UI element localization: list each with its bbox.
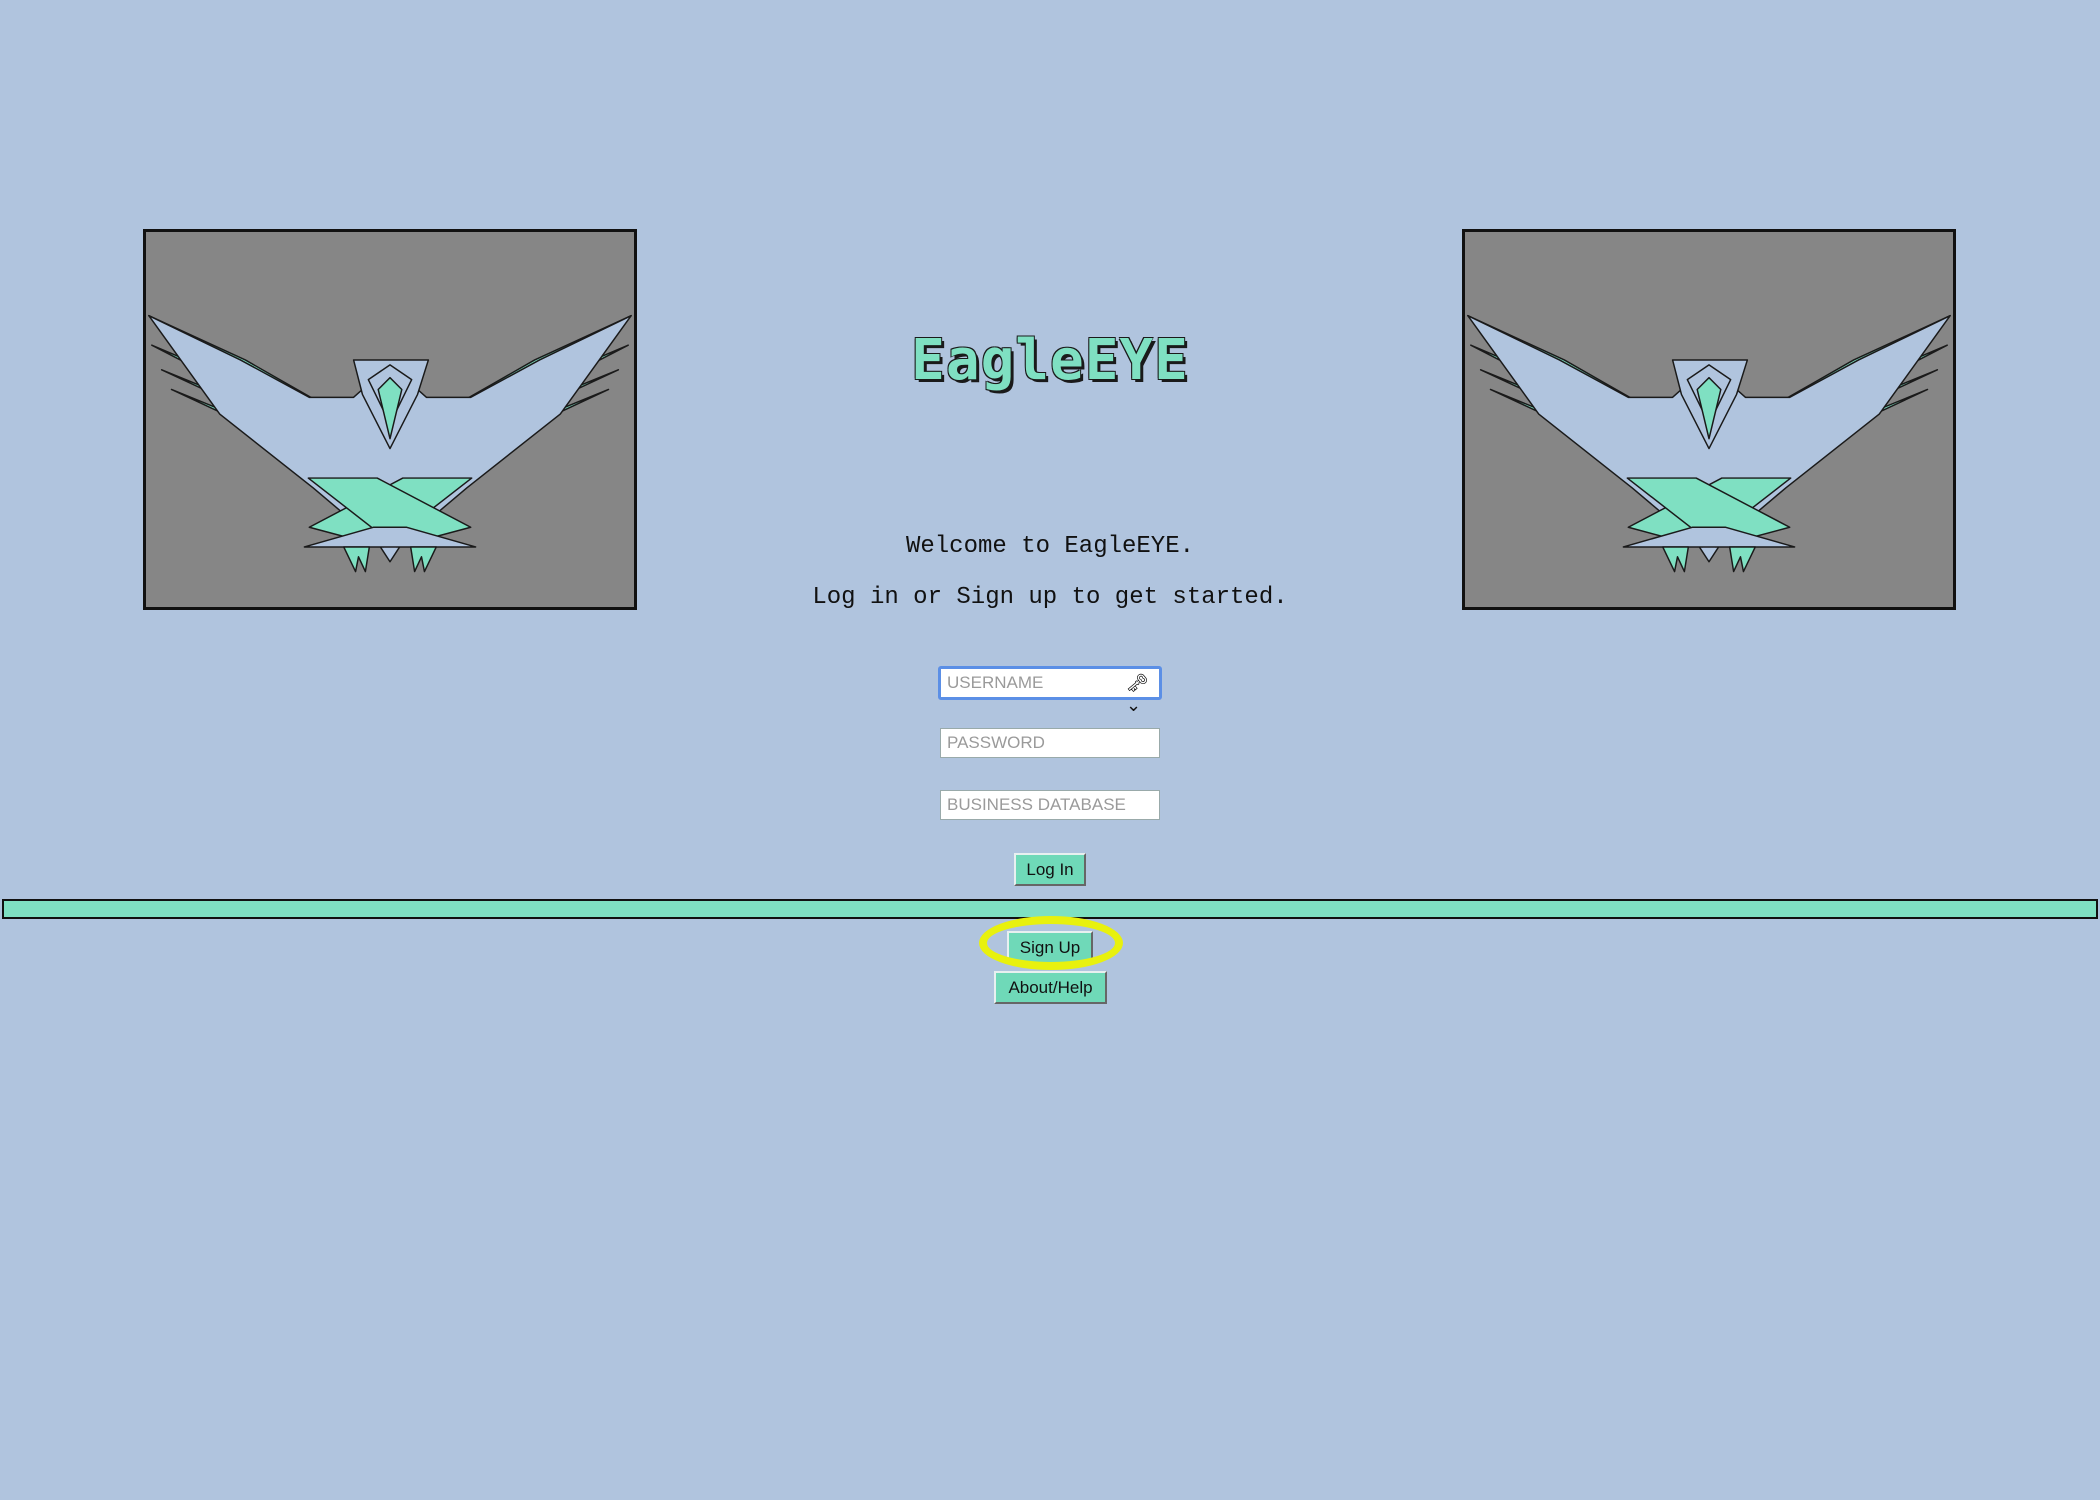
welcome-text: Welcome to EagleEYE. (905, 533, 1195, 560)
key-icon[interactable]: 🗝︎⌄ (1126, 672, 1154, 715)
app-title: EagleEYE (911, 328, 1189, 393)
signup-button[interactable]: Sign Up (1007, 931, 1093, 964)
divider-bar (2, 899, 2098, 919)
business-database-input[interactable] (940, 790, 1160, 820)
password-input[interactable] (940, 728, 1160, 758)
about-help-button[interactable]: About/Help (994, 971, 1107, 1004)
subtitle-text: Log in or Sign up to get started. (812, 584, 1288, 611)
login-button[interactable]: Log In (1014, 853, 1086, 886)
